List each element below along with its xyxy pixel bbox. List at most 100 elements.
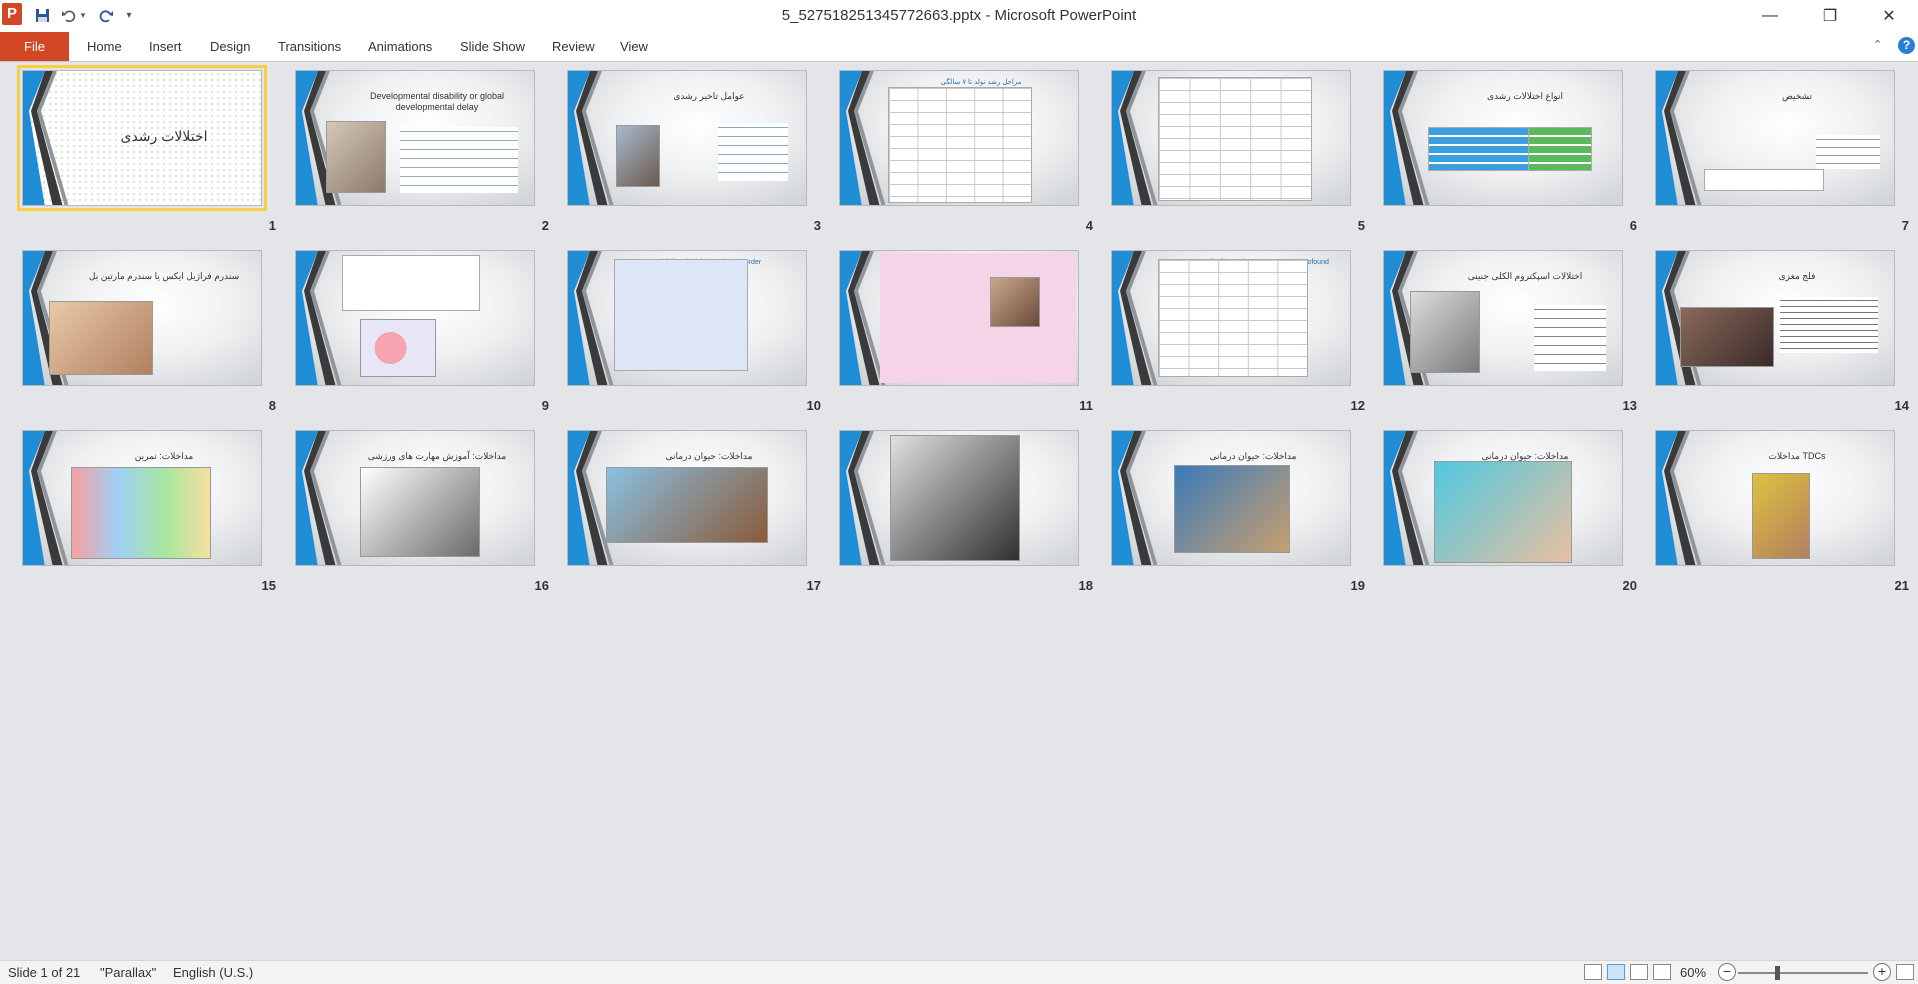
photo [326,121,386,193]
slide-thumbnail-16[interactable]: مداخلات: آموزش مهارت های ورزشی 16 [295,430,567,610]
slide-thumbnail-7[interactable]: تشخیص 7 [1655,70,1918,250]
slide-preview[interactable] [1111,70,1351,206]
tab-slide-show[interactable]: Slide Show [460,32,525,61]
slide-preview[interactable]: What is Rett Syndrome? [839,250,1079,386]
slide-thumbnail-9[interactable]: Pervasive Developmental Disorders 9 [295,250,567,430]
slide-thumbnail-8[interactable]: سندرم فراژیل ایکس یا سندرم مارتین بل 8 [22,250,294,430]
tab-transitions[interactable]: Transitions [278,32,341,61]
cdd-box [614,259,748,371]
tab-home[interactable]: Home [87,32,122,61]
collapse-ribbon-icon[interactable]: ⌃ [1873,38,1882,51]
language-indicator[interactable]: English (U.S.) [173,965,253,980]
zoom-slider[interactable] [1738,972,1868,974]
slide-preview[interactable]: مراحل رشد تولد تا ۷ سالگی [839,70,1079,206]
slide-thumbnail-18[interactable]: 18 [839,430,1111,610]
slide-number: 12 [1350,398,1365,413]
slide-preview[interactable]: مداخلات TDCs [1655,430,1895,566]
slide-sorter-view-button[interactable] [1607,964,1625,980]
slide-number: 8 [268,398,276,413]
slide-number: 4 [1085,218,1093,233]
slide-number: 1 [268,218,276,233]
zoom-slider-thumb[interactable] [1775,966,1780,980]
slide-thumbnail-11[interactable]: What is Rett Syndrome?11 [839,250,1111,430]
slide-thumbnail-3[interactable]: عوامل تاخیر رشدی 3 [567,70,839,250]
slide-show-view-button[interactable] [1653,964,1671,980]
normal-view-button[interactable] [1584,964,1602,980]
slide-title: فلج مغزی [1778,271,1816,281]
slide-number: 2 [541,218,549,233]
tab-insert[interactable]: Insert [149,32,182,61]
tab-design[interactable]: Design [210,32,250,61]
slide-thumbnail-2[interactable]: Developmental disability or global devel… [295,70,567,250]
close-button[interactable]: ✕ [1866,0,1912,32]
slide-title: تشخیص [1781,91,1813,101]
reading-view-button[interactable] [1630,964,1648,980]
slide-title: Developmental disability or global devel… [369,91,505,112]
slide-thumbnail-21[interactable]: مداخلات TDCs 21 [1655,430,1918,610]
formula-box [1704,169,1824,191]
zoom-out-button[interactable]: − [1718,963,1736,981]
slide-thumbnail-1[interactable]: اختلالات رشدی 1 [17,65,294,250]
slide-thumbnail-17[interactable]: مداخلات: حیوان درمانی 17 [567,430,839,610]
tab-review[interactable]: Review [552,32,595,61]
slide-preview[interactable]: مداخلات: حیوان درمانی [1383,430,1623,566]
slide-preview[interactable]: اختلالات اسپکتروم الکلی جنینی [1383,250,1623,386]
slide-number: 7 [1901,218,1909,233]
slide-preview[interactable]: انواع اختلالات رشدی [1383,70,1623,206]
slide-preview[interactable]: مداخلات: آموزش مهارت های ورزشی [295,430,535,566]
slide-thumbnail-12[interactable]: Features of mild, moderate, severe and p… [1111,250,1383,430]
slide-preview[interactable] [839,430,1079,566]
slide-preview[interactable]: مداخلات: حیوان درمانی [567,430,807,566]
slide-title: مداخلات: تمرین [134,451,194,461]
body-text [1780,297,1878,353]
photo [1410,291,1480,373]
slide-thumbnail-19[interactable]: مداخلات: حیوان درمانی 19 [1111,430,1383,610]
slide-title: مداخلات: آموزش مهارت های ورزشی [367,451,507,461]
slide-thumbnail-4[interactable]: مراحل رشد تولد تا ۷ سالگی 4 [839,70,1111,250]
tab-file[interactable]: File [0,32,69,61]
slide-number: 11 [1079,398,1093,413]
minimize-button[interactable]: — [1747,0,1793,32]
slide-preview[interactable]: مداخلات: حیوان درمانی [1111,430,1351,566]
slide-preview[interactable]: Pervasive Developmental Disorders [295,250,535,386]
slide-preview[interactable]: تشخیص [1655,70,1895,206]
photo [1174,465,1290,553]
slide-number: 17 [806,578,821,593]
slide-thumbnail-6[interactable]: انواع اختلالات رشدی 6 [1383,70,1655,250]
photo [990,277,1040,327]
slide-number: 19 [1350,578,1365,593]
slide-thumbnail-5[interactable]: 5 [1111,70,1383,250]
slide-preview[interactable]: سندرم فراژیل ایکس یا سندرم مارتین بل [22,250,262,386]
zoom-level[interactable]: 60% [1680,965,1706,980]
slide-number: 20 [1622,578,1637,593]
help-icon[interactable]: ? [1898,37,1915,54]
slide-thumbnail-20[interactable]: مداخلات: حیوان درمانی 20 [1383,430,1655,610]
slide-preview[interactable]: اختلالات رشدی [17,65,267,211]
stages-table [1158,77,1312,201]
slide-number: 15 [261,578,276,593]
slide-thumbnail-13[interactable]: اختلالات اسپکتروم الکلی جنینی 13 [1383,250,1655,430]
slide-number: 5 [1357,218,1365,233]
photo [1434,461,1572,563]
ribbon-tab-bar: File Home Insert Design Transitions Anim… [0,32,1918,62]
slide-thumbnail-15[interactable]: مداخلات: تمرین 15 [22,430,294,610]
slide-preview[interactable]: Features of mild, moderate, severe and p… [1111,250,1351,386]
restore-button[interactable]: ❐ [1807,0,1853,32]
slide-thumbnail-14[interactable]: فلج مغزی 14 [1655,250,1918,430]
slide-preview[interactable]: عوامل تاخیر رشدی [567,70,807,206]
venn-diagram [360,319,436,377]
photo [606,467,768,543]
slide-title: مداخلات: حیوان درمانی [665,451,753,461]
slide-preview[interactable]: مداخلات: تمرین [22,430,262,566]
slide-preview[interactable]: Childhood Disintegrative Disorder [567,250,807,386]
slide-thumbnail-10[interactable]: Childhood Disintegrative Disorder 10 [567,250,839,430]
zoom-in-button[interactable]: + [1873,963,1891,981]
tab-animations[interactable]: Animations [368,32,432,61]
tab-view[interactable]: View [620,32,648,61]
fit-to-window-button[interactable] [1896,964,1914,980]
features-table [1158,259,1308,377]
photo [71,467,211,559]
slide-preview[interactable]: فلج مغزی [1655,250,1895,386]
slide-preview[interactable]: Developmental disability or global devel… [295,70,535,206]
photo [890,435,1020,561]
